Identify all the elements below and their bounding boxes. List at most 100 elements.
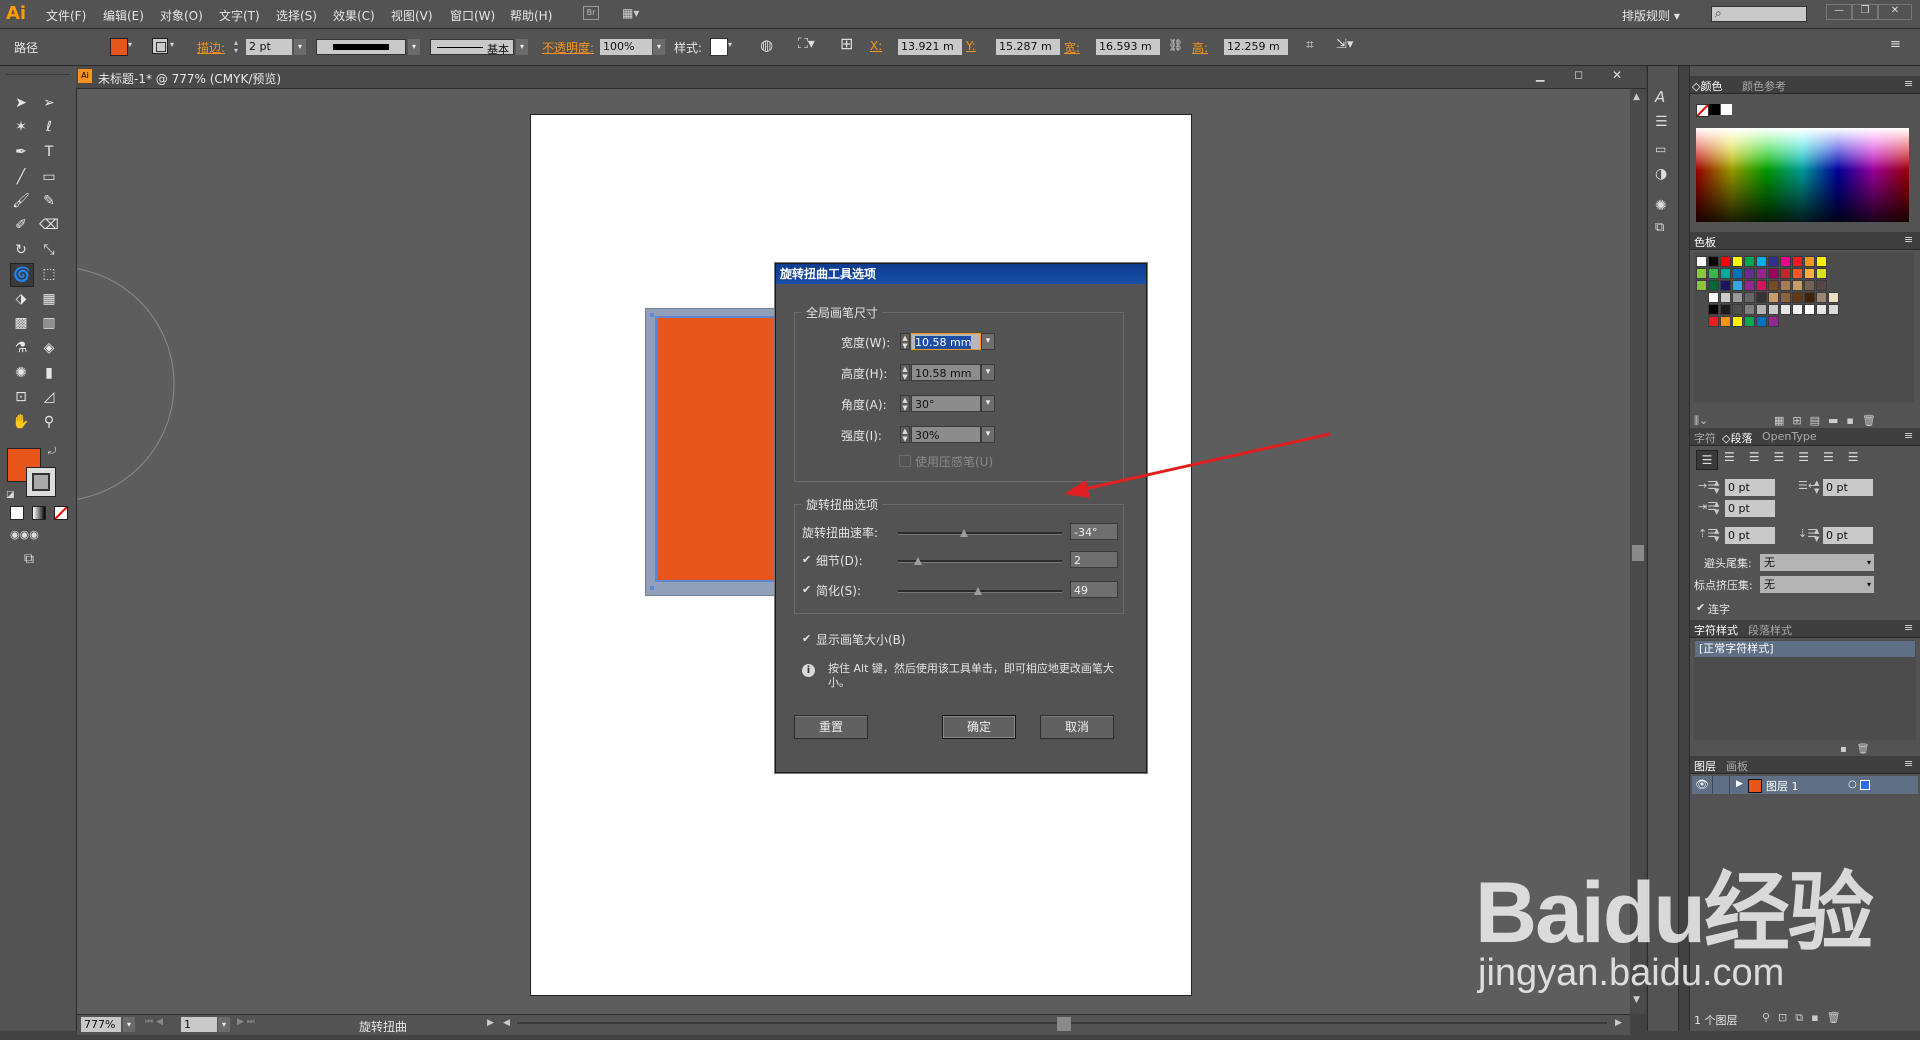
- black-color-chip[interactable]: [1709, 104, 1720, 115]
- color-swatch[interactable]: [1744, 256, 1755, 267]
- color-swatch[interactable]: [1804, 304, 1815, 315]
- opentype-tab[interactable]: OpenType: [1762, 430, 1817, 443]
- reset-button[interactable]: 重置: [794, 715, 868, 739]
- color-spectrum[interactable]: [1696, 128, 1909, 222]
- swatches-panel-menu-icon[interactable]: ≡: [1904, 233, 1913, 246]
- height-dropdown-icon[interactable]: ▾: [981, 364, 995, 381]
- blend-tool-icon[interactable]: ◈: [38, 337, 60, 359]
- color-swatch[interactable]: [1828, 304, 1839, 315]
- color-swatch[interactable]: [1768, 268, 1779, 279]
- x-input[interactable]: 13.921 m: [898, 39, 962, 55]
- color-swatch[interactable]: [1804, 268, 1815, 279]
- column-graph-tool-icon[interactable]: ▮: [38, 362, 60, 384]
- swap-fill-stroke-icon[interactable]: ⤾: [48, 446, 56, 457]
- char-styles-panel-menu-icon[interactable]: ≡: [1904, 621, 1913, 634]
- paragraph-panel-menu-icon[interactable]: ≡: [1904, 429, 1913, 442]
- selection-tool-icon[interactable]: ➤: [10, 92, 32, 114]
- color-swatch[interactable]: [1816, 292, 1827, 303]
- swatch-actions-icons[interactable]: ▦⊞▤▬▪🗑: [1774, 414, 1884, 427]
- color-swatch[interactable]: [1792, 280, 1803, 291]
- color-panel-menu-icon[interactable]: ≡: [1904, 77, 1913, 90]
- stroke-weight-dropdown-icon[interactable]: ▾: [294, 39, 306, 55]
- style-dropdown-icon[interactable]: ▾: [728, 40, 732, 49]
- menu-file[interactable]: 文件(F): [46, 7, 86, 24]
- reference-point-icon[interactable]: ⊞: [840, 34, 853, 53]
- color-swatch[interactable]: [1780, 256, 1791, 267]
- menu-effect[interactable]: 效果(C): [333, 7, 375, 24]
- detail-slider-thumb[interactable]: [913, 557, 922, 565]
- constrain-proportions-icon[interactable]: ⛓: [1168, 38, 1183, 52]
- artboard-number-input[interactable]: 1: [181, 1017, 217, 1032]
- perspective-grid-tool-icon[interactable]: ▦: [38, 288, 60, 310]
- opacity-label[interactable]: 不透明度:: [542, 39, 594, 56]
- color-swatch[interactable]: [1816, 268, 1827, 279]
- fill-color-swatch[interactable]: [110, 38, 128, 56]
- paragraph-tab[interactable]: ◇段落: [1722, 430, 1752, 446]
- layer-name[interactable]: 图层 1: [1766, 778, 1799, 794]
- brush-definition[interactable]: 基本: [430, 39, 514, 56]
- stroke-label[interactable]: 描边:: [197, 39, 225, 56]
- scroll-up-icon[interactable]: ▲: [1633, 92, 1640, 102]
- angle-option-input[interactable]: 30°: [911, 395, 981, 412]
- layer-lock-toggle[interactable]: [1712, 776, 1730, 794]
- color-swatch[interactable]: [1744, 268, 1755, 279]
- free-transform-tool-icon[interactable]: ⬚: [38, 263, 60, 285]
- space-after-spinner-icon[interactable]: ▲ ▼: [1814, 527, 1819, 543]
- color-tab[interactable]: ◇颜色: [1692, 78, 1722, 94]
- artboard-tool-icon[interactable]: ⊡: [10, 386, 32, 408]
- graphic-styles-icon[interactable]: ⧉: [1655, 220, 1664, 235]
- menu-help[interactable]: 帮助(H): [510, 7, 552, 24]
- color-swatch[interactable]: [1756, 280, 1767, 291]
- stroke-spinner-icon[interactable]: ▴ ▾: [234, 39, 238, 55]
- draw-mode-icons[interactable]: ◉◉◉: [10, 528, 39, 541]
- x-label[interactable]: X:: [870, 39, 882, 53]
- twirl-tool-icon[interactable]: 🌀: [10, 263, 34, 287]
- color-swatch[interactable]: [1756, 292, 1767, 303]
- color-swatch[interactable]: [1720, 280, 1731, 291]
- transparency-panel-icon[interactable]: ◑: [1655, 166, 1667, 182]
- tools-panel-grip[interactable]: [6, 68, 70, 75]
- space-before-input[interactable]: 0 pt: [1725, 527, 1775, 544]
- angle-dropdown-icon[interactable]: ▾: [981, 395, 995, 412]
- isolate-icon[interactable]: ⇲▾: [1336, 37, 1353, 52]
- color-swatch[interactable]: [1792, 256, 1803, 267]
- stroke-weight-input[interactable]: 2 pt: [246, 39, 292, 55]
- color-swatch[interactable]: [1816, 256, 1827, 267]
- intensity-option-input[interactable]: 30%: [911, 426, 981, 443]
- color-swatch[interactable]: [1744, 316, 1755, 327]
- color-swatch[interactable]: [1732, 256, 1743, 267]
- search-input[interactable]: ⌕: [1711, 6, 1807, 22]
- hyphenate-checkbox[interactable]: ✔: [1696, 602, 1707, 613]
- dialog-title[interactable]: 旋转扭曲工具选项: [776, 264, 1146, 284]
- color-swatch[interactable]: [1720, 304, 1731, 315]
- detail-checkbox[interactable]: ✔: [802, 554, 813, 565]
- color-swatch[interactable]: [1708, 316, 1719, 327]
- color-swatch[interactable]: [1732, 280, 1743, 291]
- left-indent-spinner-icon[interactable]: ▲ ▼: [1714, 479, 1719, 495]
- layer-actions-icons[interactable]: ⚲⊡⧉▪🗑: [1762, 1011, 1849, 1025]
- color-swatch[interactable]: [1720, 256, 1731, 267]
- color-swatch[interactable]: [1792, 268, 1803, 279]
- arrange-docs-icon[interactable]: ▦▾: [622, 6, 646, 20]
- variable-width-profile[interactable]: [316, 39, 406, 55]
- paragraph-panel-icon[interactable]: ☰: [1655, 114, 1668, 130]
- layers-tab[interactable]: 图层: [1694, 758, 1716, 774]
- none-color-icon[interactable]: [1696, 104, 1709, 117]
- opacity-dropdown-icon[interactable]: ▾: [653, 39, 665, 55]
- line-tool-icon[interactable]: ╱: [10, 166, 32, 188]
- mesh-tool-icon[interactable]: ▩: [10, 312, 32, 334]
- artboard-dropdown-icon[interactable]: ▾: [218, 1017, 230, 1032]
- ok-button[interactable]: 确定: [942, 715, 1016, 739]
- character-tab[interactable]: 字符: [1694, 430, 1716, 446]
- color-swatch[interactable]: [1696, 268, 1707, 279]
- layers-panel-menu-icon[interactable]: ≡: [1904, 757, 1913, 770]
- right-indent-input[interactable]: 0 pt: [1823, 479, 1873, 496]
- left-indent-input[interactable]: 0 pt: [1725, 479, 1775, 496]
- cancel-button[interactable]: 取消: [1040, 715, 1114, 739]
- width-dropdown-icon[interactable]: ▾: [981, 333, 995, 350]
- menu-type[interactable]: 文字(T): [219, 7, 260, 24]
- status-menu-icon[interactable]: ▶: [487, 1018, 494, 1028]
- fill-dropdown-icon[interactable]: ▾: [128, 40, 132, 49]
- type-tool-icon[interactable]: T: [38, 141, 60, 163]
- control-panel-menu-icon[interactable]: ≡: [1890, 37, 1901, 52]
